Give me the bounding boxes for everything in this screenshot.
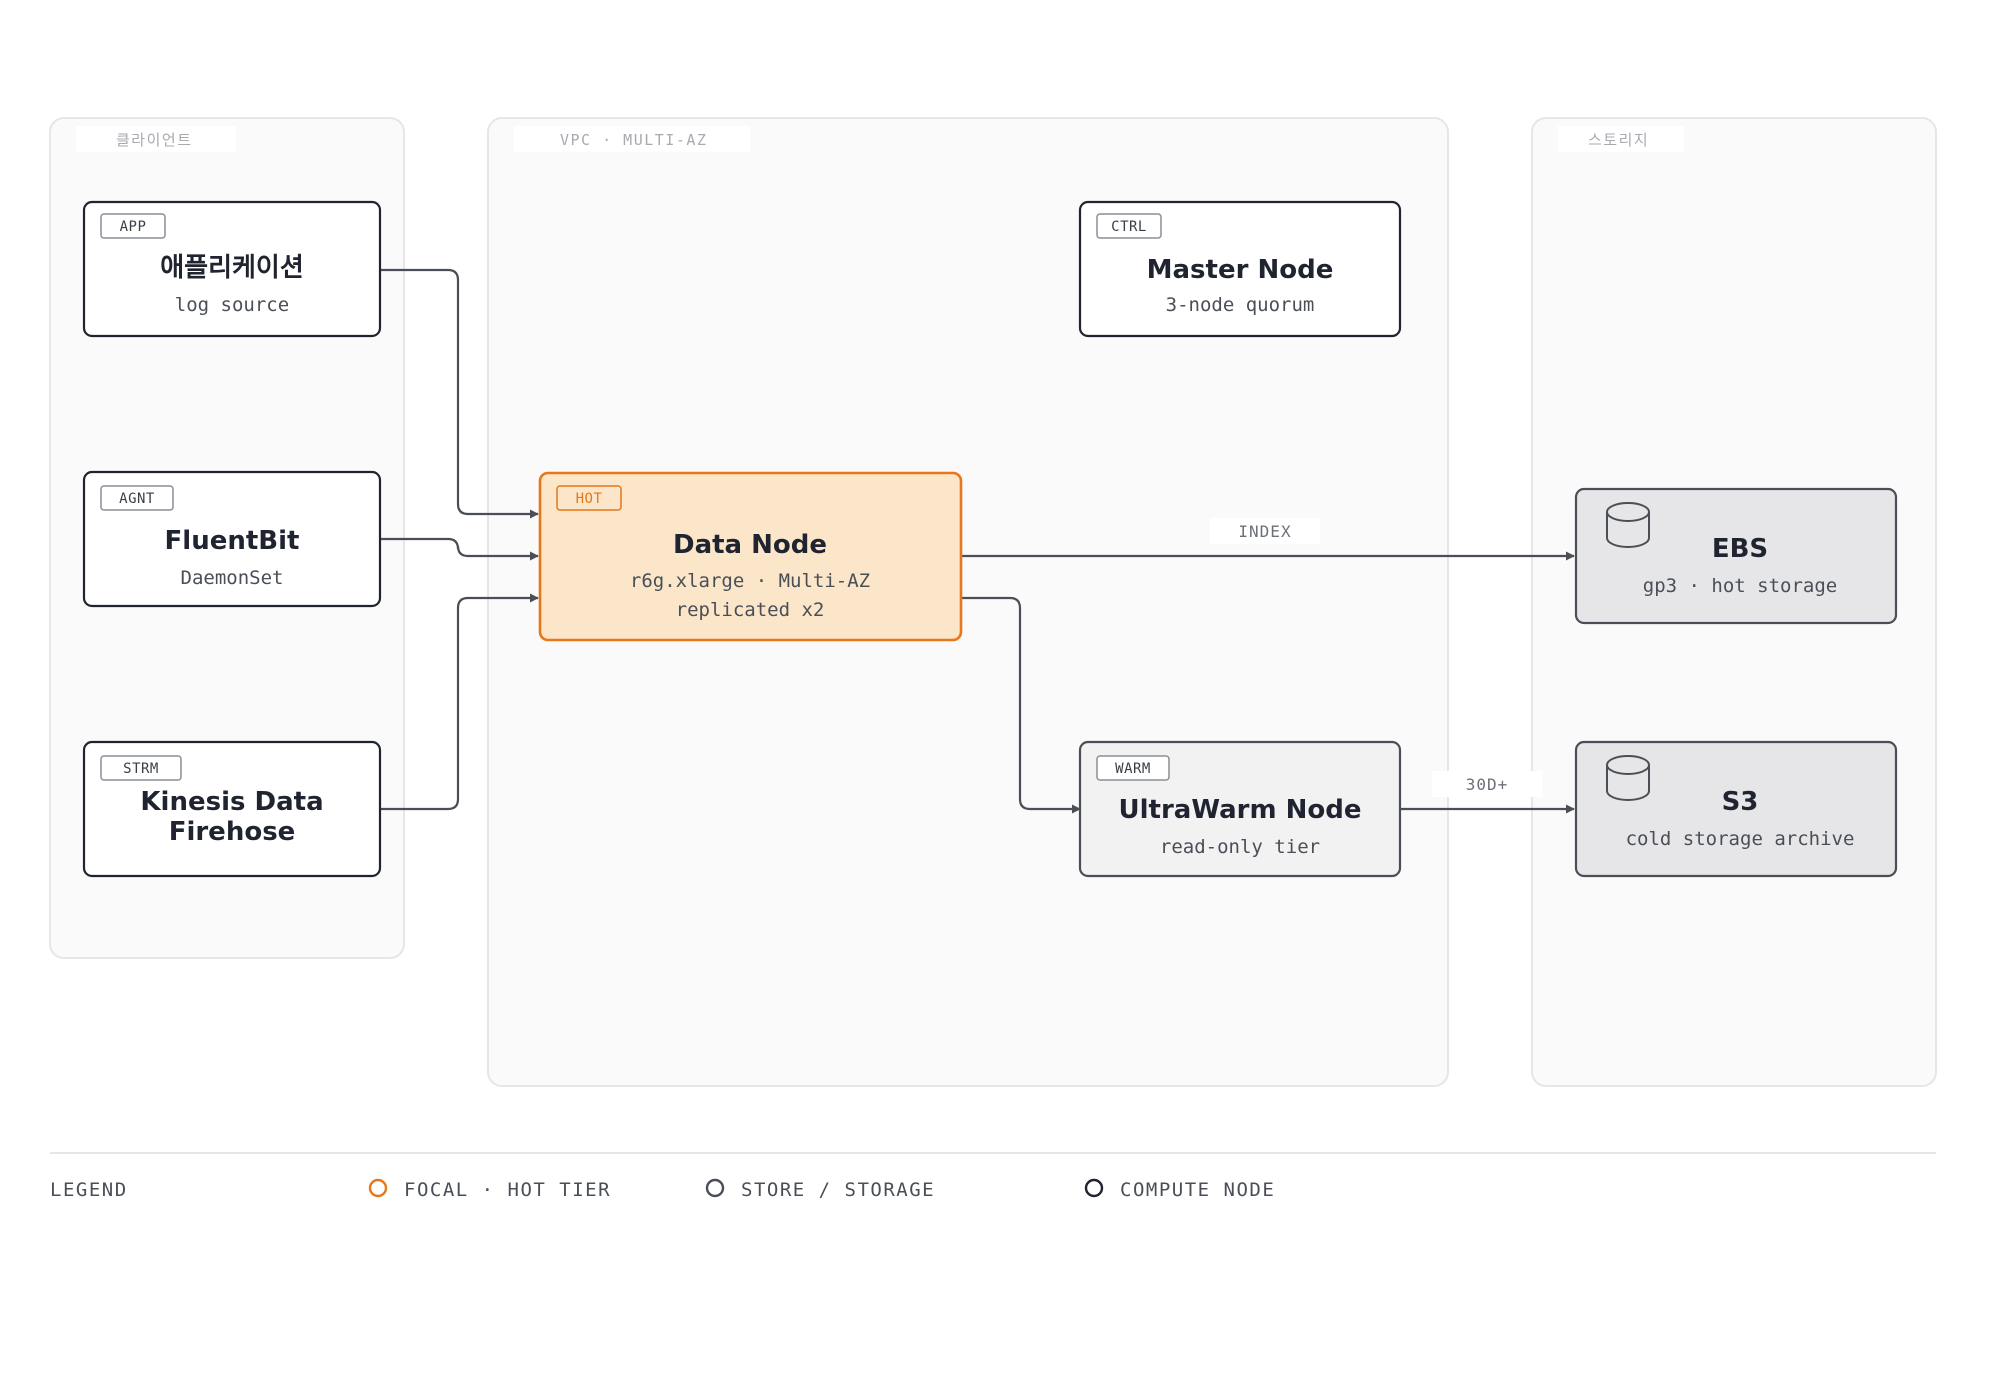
group-label-storage: 스토리지 [1588,131,1649,149]
edge-label-archive: 30D+ [1432,771,1542,797]
node-ebs[interactable]: EBS gp3 · hot storage [1574,487,1898,625]
node-app-title: 애플리케이션 [160,253,304,283]
node-s3-sub: cold storage archive [1626,828,1855,850]
legend-swatch-compute [1084,1178,1104,1198]
tag-kinesis-text: STRM [123,761,159,777]
tag-app-text: APP [120,219,147,235]
legend-swatch-store [705,1178,725,1198]
node-ebs-title: EBS [1712,534,1768,564]
node-kinesis-title-line1: Kinesis Data [140,787,323,817]
node-ultrawarm-sub: read-only tier [1160,836,1320,858]
node-ebs-sub: gp3 · hot storage [1643,575,1837,597]
legend-item-compute: COMPUTE NODE [1084,1178,1275,1201]
group-label-clients: 클라이언트 [116,131,193,149]
node-master-title: Master Node [1147,255,1334,285]
tag-datanode-text: HOT [576,491,603,507]
node-app[interactable]: APP 애플리케이션 log source [82,200,382,338]
node-datanode-sub2: replicated x2 [676,599,825,621]
node-kinesis[interactable]: STRM Kinesis Data Firehose [82,740,382,878]
node-s3[interactable]: S3 cold storage archive [1574,740,1898,878]
node-fluentbit-title: FluentBit [165,526,300,556]
tag-master-text: CTRL [1111,219,1147,235]
node-master-sub: 3-node quorum [1166,294,1315,316]
node-ultrawarm-title: UltraWarm Node [1119,795,1362,825]
node-ultrawarm[interactable]: WARM UltraWarm Node read-only tier [1078,740,1402,878]
edge-label-index-text: INDEX [1238,522,1291,541]
legend-label-store: STORE / STORAGE [741,1179,935,1201]
edge-label-archive-text: 30D+ [1466,775,1509,794]
node-fluentbit[interactable]: AGNT FluentBit DaemonSet [82,470,382,608]
tag-fluentbit-text: AGNT [119,491,155,507]
node-fluentbit-sub: DaemonSet [181,567,284,589]
legend-swatch-focal [368,1178,388,1198]
diagram-canvas: 클라이언트 VPC · MULTI-AZ 스토리지 INDEX 30D+ APP… [0,0,2000,1376]
legend-label-compute: COMPUTE NODE [1120,1179,1275,1201]
node-master[interactable]: CTRL Master Node 3-node quorum [1078,200,1402,338]
legend: LEGEND FOCAL · HOT TIER STORE / STORAGE … [50,1152,1936,1201]
legend-label-focal: FOCAL · HOT TIER [404,1179,611,1201]
architecture-diagram: 클라이언트 VPC · MULTI-AZ 스토리지 INDEX 30D+ APP… [49,117,1937,1201]
legend-title: LEGEND [50,1179,128,1201]
node-datanode-title: Data Node [673,530,827,560]
tag-ultrawarm-text: WARM [1115,761,1151,777]
node-app-sub: log source [175,294,289,316]
legend-item-store: STORE / STORAGE [705,1178,935,1201]
node-datanode-sub1: r6g.xlarge · Multi-AZ [630,570,870,592]
edge-label-index: INDEX [1210,518,1320,544]
node-s3-title: S3 [1722,787,1759,817]
group-label-vpc: VPC · MULTI-AZ [560,131,707,149]
legend-item-focal: FOCAL · HOT TIER [368,1178,611,1201]
node-datanode[interactable]: HOT Data Node r6g.xlarge · Multi-AZ repl… [538,471,963,642]
node-kinesis-title-line2: Firehose [169,817,296,847]
